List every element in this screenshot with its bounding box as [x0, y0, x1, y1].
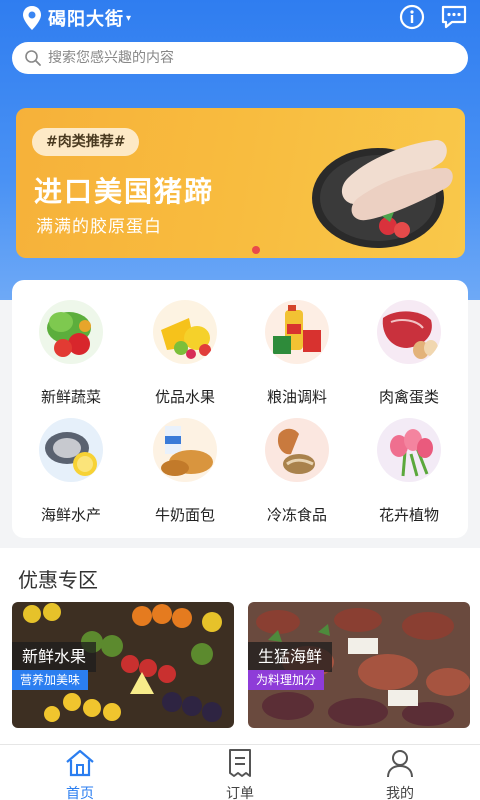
info-icon[interactable]: [398, 4, 426, 30]
tab-orders[interactable]: 订单: [200, 745, 280, 800]
promo-card-title: 生猛海鲜: [248, 642, 333, 672]
home-icon: [66, 749, 94, 777]
category-frozen-food[interactable]: 冷冻食品: [242, 398, 352, 524]
promo-card-title: 新鲜水果: [12, 642, 97, 672]
milk-bread-icon: [153, 418, 217, 482]
order-icon: [229, 749, 251, 777]
banner-tag: #肉类推荐#: [32, 128, 140, 156]
chevron-down-icon: ▾: [126, 12, 132, 24]
category-vegetables[interactable]: 新鲜蔬菜: [16, 280, 126, 406]
promo-card-fruit[interactable]: 新鲜水果 营养加美味: [12, 602, 234, 728]
promo-card-subtitle: 为料理加分: [248, 670, 325, 690]
search-input[interactable]: [48, 50, 428, 66]
promo-card-subtitle: 营养加美味: [12, 670, 89, 690]
grain-oil-icon: [265, 300, 329, 364]
banner-title: 进口美国猪蹄: [34, 175, 215, 208]
category-fruit[interactable]: 优品水果: [130, 280, 240, 406]
meat-egg-icon: [377, 300, 441, 364]
frozen-food-icon: [265, 418, 329, 482]
section-divider: [0, 540, 480, 548]
promo-card-seafood[interactable]: 生猛海鲜 为料理加分: [248, 602, 470, 728]
category-flower[interactable]: 花卉植物: [354, 398, 464, 524]
tab-label: 首页: [66, 786, 94, 800]
carousel-indicator[interactable]: [252, 246, 260, 254]
seafood-icon: [39, 418, 103, 482]
category-milk-bread[interactable]: 牛奶面包: [130, 398, 240, 524]
promo-section-title: 优惠专区: [18, 568, 98, 592]
category-seafood[interactable]: 海鲜水产: [16, 398, 126, 524]
tab-label: 订单: [226, 786, 254, 800]
fruit-icon: [153, 300, 217, 364]
profile-icon: [387, 750, 413, 778]
location-pin-icon: [23, 6, 41, 30]
tab-label: 我的: [386, 786, 414, 800]
promo-section: 优惠专区 新鲜水果 营养加美味 生猛海鲜 为料理加分: [0, 548, 480, 744]
category-meat-egg[interactable]: 肉禽蛋类: [354, 280, 464, 406]
vegetables-icon: [39, 300, 103, 364]
category-grid: 新鲜蔬菜 优品水果 粮油调料 肉禽蛋类 海鲜水产 牛奶面包 冷冻食品 花卉植物: [12, 280, 468, 538]
category-label: 冷冻食品: [266, 506, 327, 524]
category-label: 花卉植物: [378, 506, 439, 524]
search-icon: [25, 50, 41, 66]
header: 碣阳大街 ▾: [0, 0, 480, 36]
message-icon[interactable]: [440, 4, 468, 30]
location-text: 碣阳大街: [48, 9, 124, 30]
category-label: 牛奶面包: [154, 506, 215, 524]
category-label: 海鲜水产: [40, 506, 101, 524]
tab-profile[interactable]: 我的: [360, 745, 440, 800]
banner-subtitle: 满满的胶原蛋白: [36, 217, 162, 237]
pig-trotter-image: [312, 140, 453, 248]
category-grain-oil[interactable]: 粮油调料: [242, 280, 352, 406]
bottom-tab-bar: 首页 订单 我的: [0, 744, 480, 800]
tab-home[interactable]: 首页: [40, 745, 120, 800]
flower-icon: [377, 418, 441, 482]
promo-banner[interactable]: #肉类推荐# 进口美国猪蹄 满满的胶原蛋白: [16, 108, 465, 258]
location-selector[interactable]: 碣阳大街 ▾: [22, 5, 131, 31]
search-bar[interactable]: [12, 42, 468, 74]
